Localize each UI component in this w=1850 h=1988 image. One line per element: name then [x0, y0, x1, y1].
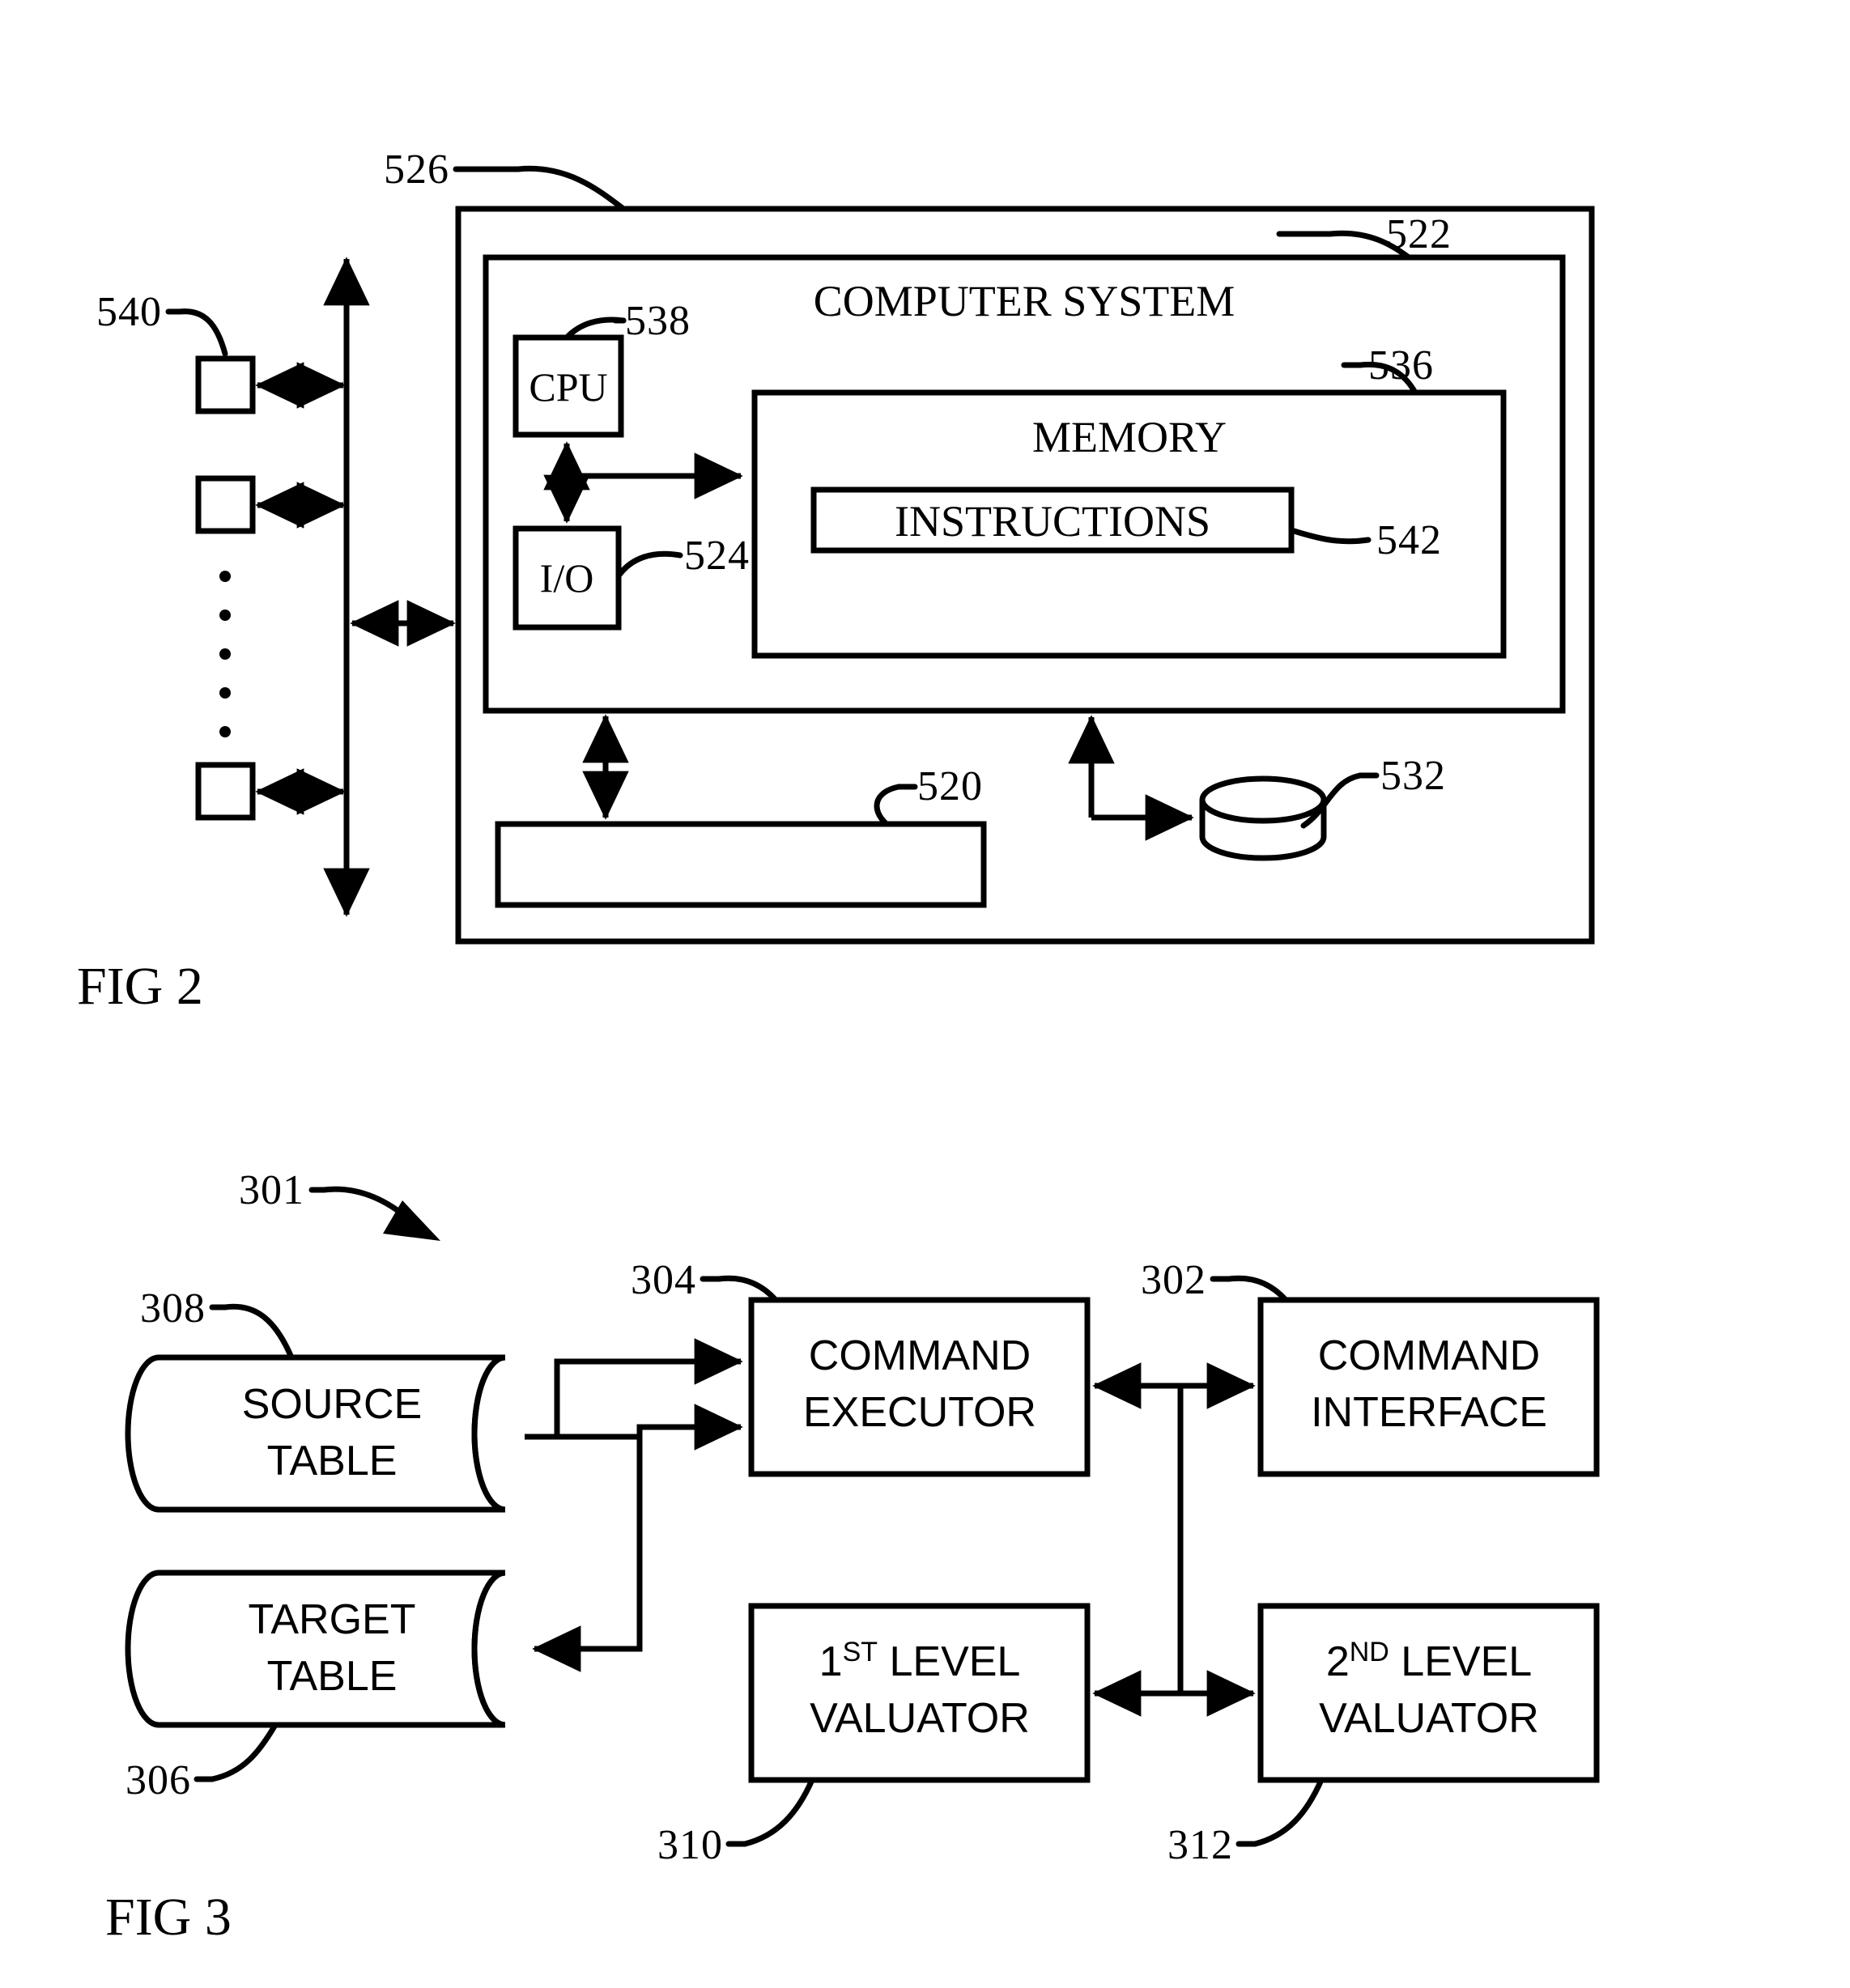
- fig3-caption: FIG 3: [105, 1888, 232, 1947]
- memory-label: MEMORY: [1032, 413, 1227, 461]
- ellipsis-dot: [219, 571, 231, 582]
- target-table-label-line1: TARGET: [248, 1596, 415, 1643]
- ref-520: 520: [917, 763, 983, 809]
- ellipsis-dot: [219, 648, 231, 660]
- source-to-executor-link-2: [557, 1404, 743, 1451]
- first-level-valuator-box: [748, 1603, 1091, 1783]
- target-table-label-line2: TABLE: [267, 1653, 398, 1700]
- ref-532: 532: [1380, 753, 1446, 799]
- second-level-valuator-box: [1257, 1603, 1600, 1783]
- command-executor-label-line1: COMMAND: [809, 1332, 1031, 1379]
- ref-522: 522: [1386, 211, 1452, 257]
- ref-302: 302: [1141, 1257, 1206, 1303]
- ref-542: 542: [1376, 517, 1442, 563]
- second-level-valuator-label-line2: VALUATOR: [1319, 1695, 1539, 1742]
- second-level-valuator-rest: LEVEL: [1389, 1638, 1532, 1685]
- io-label: I/O: [540, 555, 594, 601]
- leader-308: [222, 1303, 295, 1361]
- peripheral-box-n: [195, 762, 256, 821]
- leader-304: [716, 1275, 779, 1303]
- ref-308: 308: [140, 1285, 206, 1332]
- command-interface-label-line2: INTERFACE: [1311, 1389, 1547, 1436]
- leader-310: [742, 1777, 815, 1847]
- ellipsis-dot: [219, 726, 231, 737]
- ref-524: 524: [684, 533, 750, 579]
- ref-304: 304: [631, 1257, 696, 1303]
- ref-540: 540: [96, 289, 162, 335]
- bus-device-box: [495, 821, 987, 908]
- first-level-valuator-suffix: ST: [843, 1637, 878, 1667]
- second-level-valuator-ordinal: 2: [1326, 1638, 1350, 1685]
- leader-312: [1252, 1777, 1325, 1847]
- peripheral-box-1: [195, 355, 256, 414]
- leader-526: [515, 165, 627, 212]
- first-level-valuator-label-line2: VALUATOR: [810, 1695, 1030, 1742]
- cpu-label: CPU: [529, 364, 607, 410]
- ref-526: 526: [384, 147, 449, 193]
- source-table-label-line1: SOURCE: [242, 1381, 422, 1428]
- first-level-valuator-rest: LEVEL: [878, 1638, 1020, 1685]
- fig2-caption: FIG 2: [77, 957, 203, 1016]
- ref-310: 310: [657, 1822, 723, 1868]
- second-level-valuator-suffix: ND: [1350, 1637, 1389, 1667]
- leader-302: [1226, 1275, 1289, 1303]
- source-table-label-line2: TABLE: [267, 1438, 398, 1485]
- computer-system-title: COMPUTER SYSTEM: [814, 277, 1235, 325]
- command-interface-box: [1257, 1297, 1600, 1477]
- ref-536: 536: [1368, 342, 1434, 389]
- executor-to-target-link: [532, 1437, 643, 1672]
- ref-538: 538: [625, 298, 691, 344]
- command-interface-label-line1: COMMAND: [1318, 1332, 1540, 1379]
- ref-306: 306: [125, 1757, 191, 1803]
- figure-canvas: 526 522 538 524 536 542 520 532 540 COMP…: [77, 147, 1600, 1947]
- ellipsis-dot: [219, 687, 231, 699]
- ellipsis-dot: [219, 610, 231, 621]
- patent-drawing-sheet: 526 522 538 524 536 542 520 532 540 COMP…: [0, 0, 1850, 1988]
- peripheral-box-2: [195, 475, 256, 534]
- ref-301: 301: [239, 1167, 304, 1213]
- leader-306: [209, 1722, 279, 1782]
- instructions-label: INSTRUCTIONS: [895, 497, 1210, 546]
- command-executor-box: [748, 1297, 1091, 1477]
- first-level-valuator-ordinal: 1: [819, 1638, 843, 1685]
- leader-540: [176, 308, 228, 357]
- ref-312: 312: [1167, 1822, 1233, 1868]
- command-executor-label-line2: EXECUTOR: [803, 1389, 1036, 1436]
